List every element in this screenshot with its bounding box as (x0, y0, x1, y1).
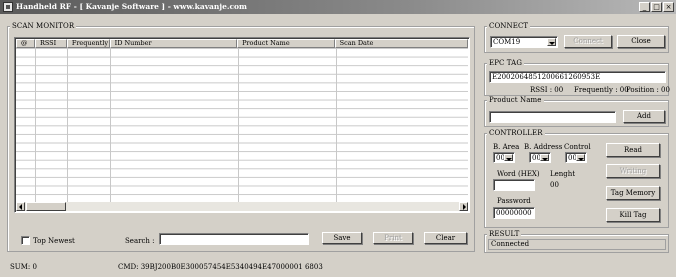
port-select[interactable]: COM19 (490, 36, 558, 48)
search-label: Search : (125, 237, 155, 245)
epc-tag-legend: EPC TAG (487, 59, 525, 67)
column-header-rssi[interactable]: RSSI (34, 39, 67, 48)
scroll-left-icon[interactable] (16, 202, 25, 211)
horizontal-scrollbar[interactable] (16, 202, 468, 211)
length-label: Lenght (550, 170, 576, 178)
cmd-readout: CMD: 39BJ200B0E300057454E5340494E4700000… (118, 263, 323, 271)
writing-button[interactable]: Writing (606, 164, 660, 178)
b-address-select[interactable]: 00 (529, 152, 551, 163)
clear-button[interactable]: Clear (424, 232, 467, 244)
app-icon (3, 2, 13, 12)
password-input[interactable]: 00000000 (493, 207, 535, 219)
column-divider (238, 48, 239, 202)
title-bar: Handheld RF - [ Kavanje Software ] - www… (0, 0, 676, 14)
column-divider (110, 48, 111, 202)
position-readout: Position : 00 (626, 86, 670, 94)
connect-legend: CONNECT (487, 22, 531, 30)
column-header-scan-date[interactable]: Scan Date (334, 39, 469, 48)
close-button[interactable]: Close (617, 35, 665, 48)
scan-table-header: @ RSSI Frequently ID Number Product Name… (16, 39, 469, 48)
scroll-thumb[interactable] (26, 202, 66, 211)
epc-tag-field[interactable]: E2002064851200661260953E (489, 71, 666, 83)
search-input[interactable] (159, 233, 309, 245)
b-area-select[interactable]: 00 (493, 152, 515, 163)
chevron-down-icon[interactable] (576, 154, 585, 161)
column-header-id-number[interactable]: ID Number (109, 39, 238, 48)
column-header-product-name[interactable]: Product Name (237, 39, 335, 48)
port-value: COM19 (493, 38, 521, 46)
add-button[interactable]: Add (623, 110, 665, 123)
sum-readout: SUM: 0 (10, 263, 37, 271)
maximize-button[interactable]: □ (651, 2, 662, 12)
kill-tag-button[interactable]: Kill Tag (606, 208, 660, 222)
print-button[interactable]: Print (373, 232, 413, 244)
chevron-down-icon[interactable] (504, 154, 513, 161)
tag-memory-button[interactable]: Tag Memory (606, 186, 660, 200)
controller-legend: CONTROLLER (487, 129, 545, 137)
control-select[interactable]: 00 (565, 152, 587, 163)
column-divider (67, 48, 68, 202)
scroll-right-icon[interactable] (459, 202, 468, 211)
minimize-button[interactable]: _ (639, 2, 650, 12)
chevron-down-icon[interactable] (540, 154, 549, 161)
save-button[interactable]: Save (322, 232, 362, 244)
product-name-legend: Product Name (487, 96, 544, 104)
result-field: Connected (488, 239, 666, 250)
length-value: 00 (550, 181, 559, 189)
table-rows (16, 48, 468, 202)
top-newest-label: Top Newest (33, 237, 75, 245)
column-header-index[interactable]: @ (16, 39, 35, 48)
word-hex-label: Word (HEX) (497, 170, 540, 178)
top-newest-checkbox[interactable] (21, 236, 30, 245)
control-label: Control (564, 143, 591, 151)
result-legend: RESULT (487, 230, 522, 238)
b-address-label: B. Address (524, 143, 563, 151)
chevron-down-icon[interactable] (547, 38, 556, 46)
read-button[interactable]: Read (606, 143, 660, 157)
connect-button[interactable]: Connect (564, 35, 612, 48)
password-label: Password (497, 197, 531, 205)
product-name-input[interactable] (489, 111, 616, 123)
frequently-readout: Frequently : 00 (574, 86, 629, 94)
column-divider (336, 48, 337, 202)
b-area-label: B. Area (493, 143, 520, 151)
word-hex-input[interactable] (493, 179, 535, 191)
rssi-readout: RSSI : 00 (530, 86, 564, 94)
window-title: Handheld RF - [ Kavanje Software ] - www… (16, 2, 247, 11)
scan-monitor-legend: SCAN MONITOR (10, 22, 77, 30)
column-header-frequently[interactable]: Frequently (66, 39, 110, 48)
column-divider (35, 48, 36, 202)
close-window-button[interactable]: × (663, 2, 674, 12)
scan-table[interactable]: @ RSSI Frequently ID Number Product Name… (14, 37, 470, 213)
